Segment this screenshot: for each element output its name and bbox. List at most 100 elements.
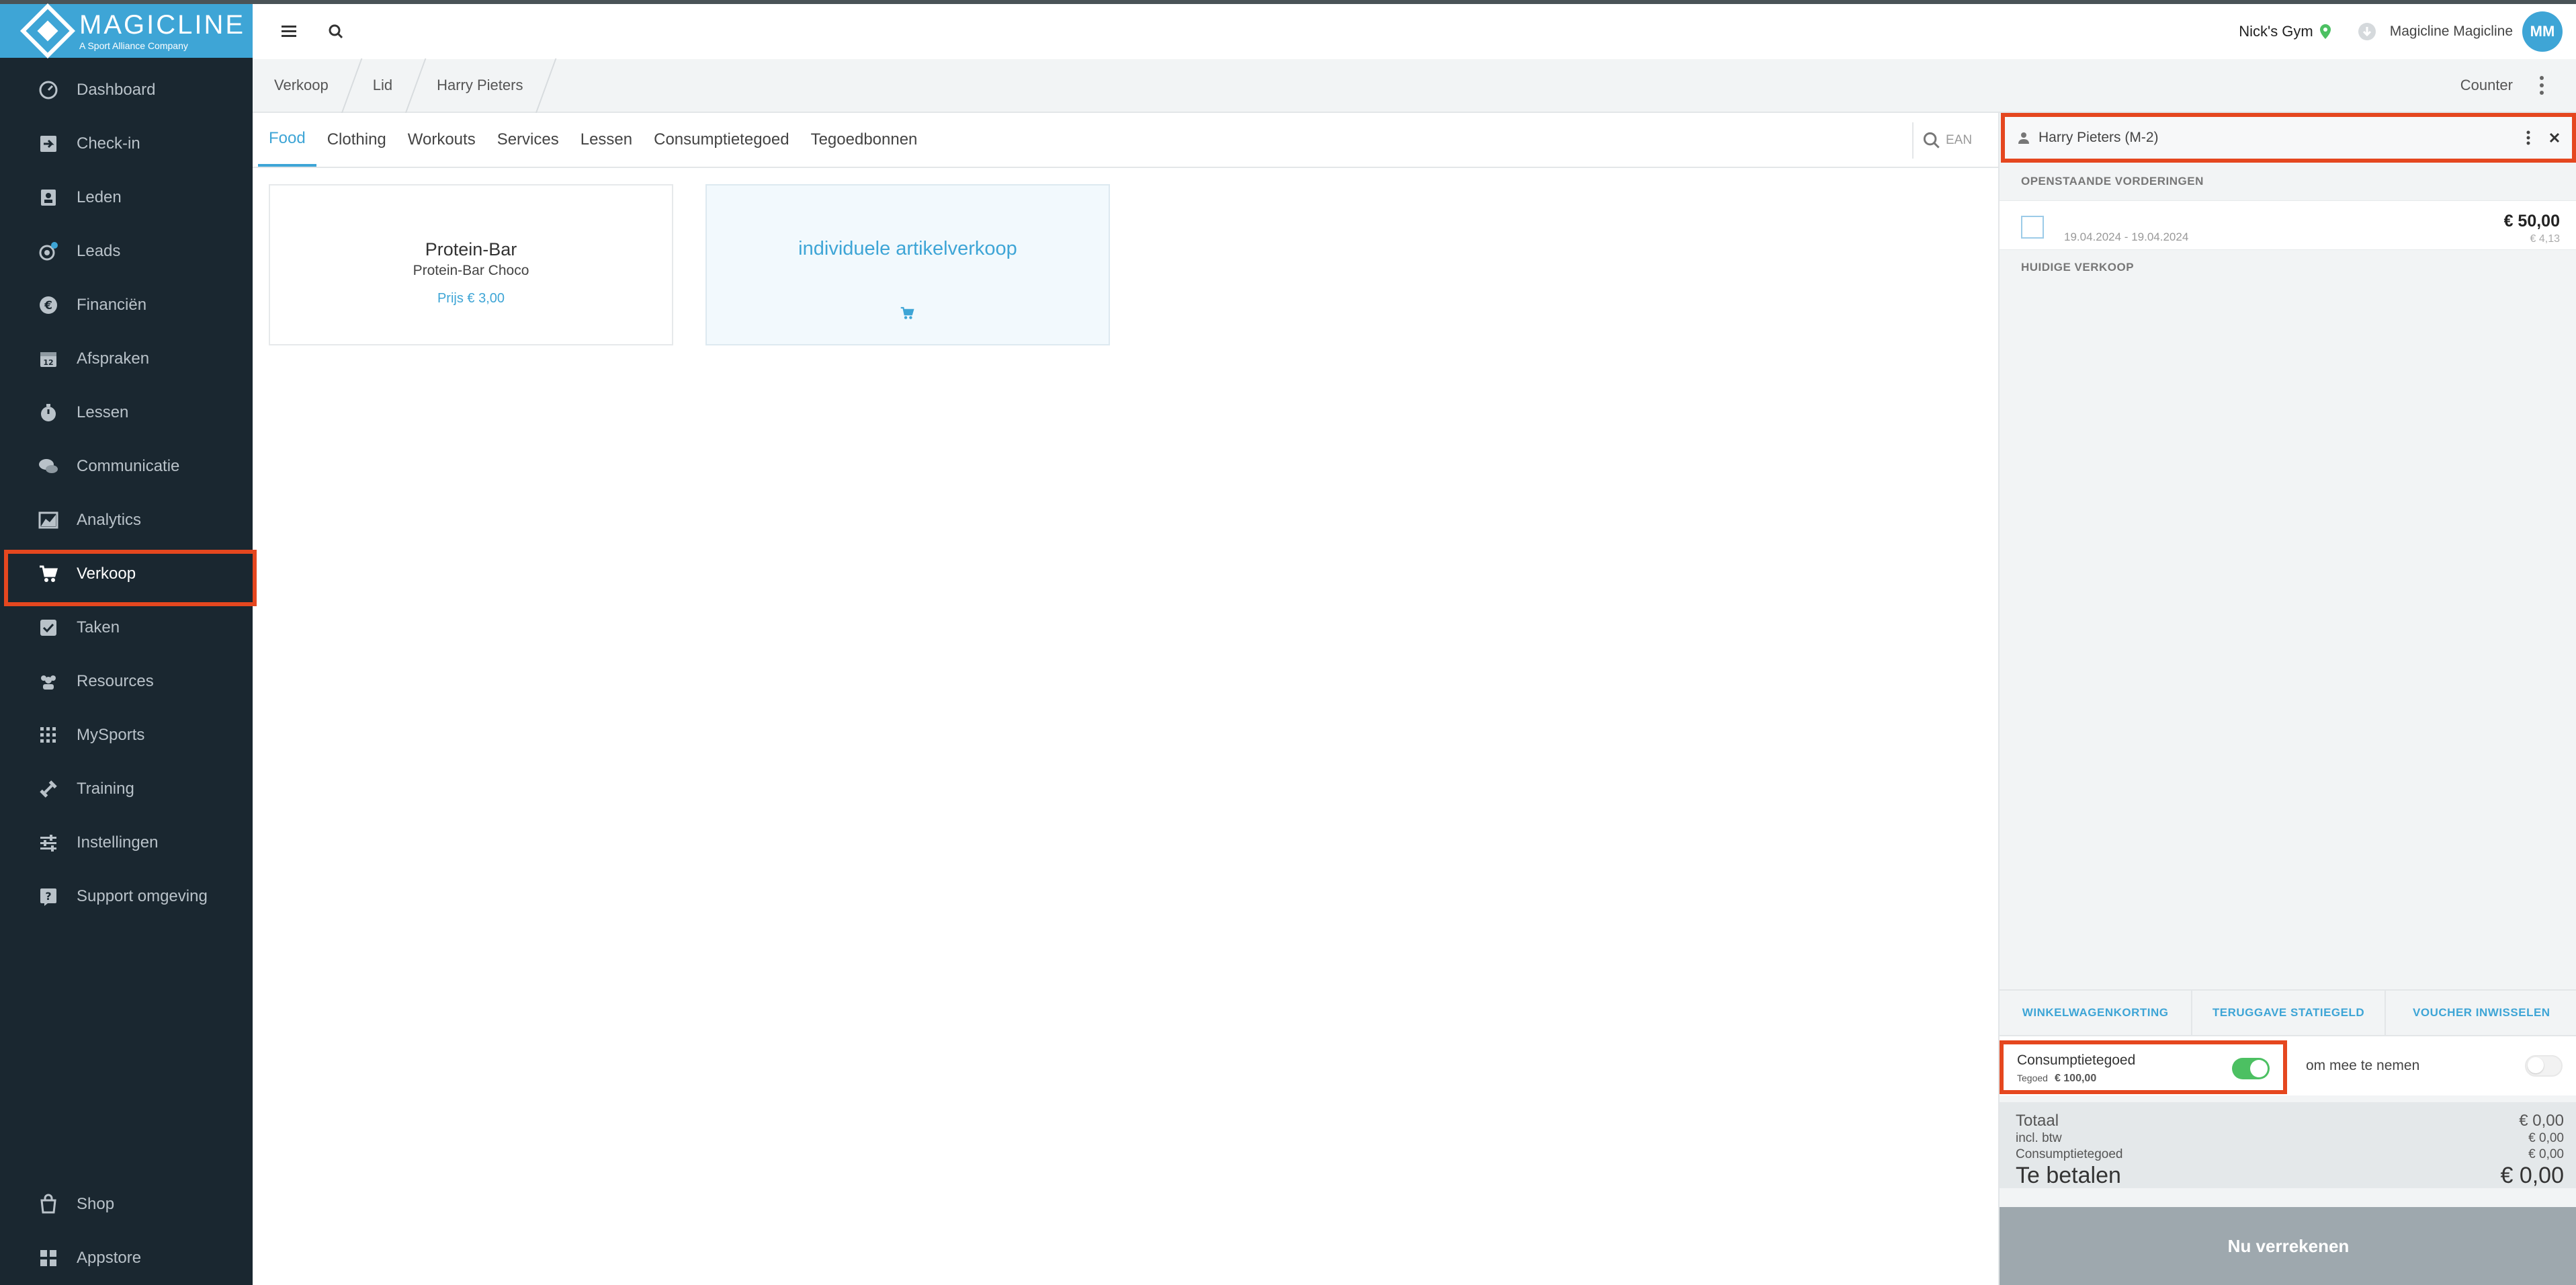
- calendar-icon: 12: [40, 352, 56, 367]
- sidebar-item-instellingen[interactable]: Instellingen: [0, 816, 253, 870]
- sidebar-item-resources[interactable]: Resources: [0, 655, 253, 708]
- shop-icon: [40, 1194, 56, 1214]
- stopwatch-icon: [41, 404, 56, 421]
- total-value: € 0,00: [2519, 1112, 2564, 1130]
- sidebar-item-label: Dashboard: [77, 81, 156, 99]
- credit-balance-value: € 100,00: [2054, 1073, 2097, 1084]
- users-icon: [41, 675, 56, 690]
- amount-due-label: Te betalen: [2016, 1163, 2121, 1188]
- product-price: Prijs € 3,00: [437, 291, 505, 306]
- member-name: Harry Pieters (M-2): [2038, 130, 2159, 145]
- sidebar-item-label: Communicatie: [77, 457, 180, 475]
- sidebar-item-financien[interactable]: € Financiën: [0, 278, 253, 332]
- credit-toggle[interactable]: [2232, 1058, 2270, 1079]
- logo[interactable]: MAGICLINE A Sport Alliance Company: [0, 3, 253, 59]
- claim-sub-amount: € 4,13: [2530, 233, 2560, 245]
- apps-icon: [40, 1250, 56, 1266]
- sidebar-item-mysports[interactable]: MySports: [0, 708, 253, 762]
- credit-options: Consumptietegoed Tegoed € 100,00 om mee t…: [2000, 1036, 2576, 1095]
- sidebar-item-appstore[interactable]: Appstore: [0, 1231, 253, 1285]
- product-subtitle: Protein-Bar Choco: [413, 263, 529, 278]
- sale-panel: Harry Pieters (M-2) OPENSTAANDE VORDERIN…: [1998, 113, 2576, 1285]
- individual-sale-card[interactable]: individuele artikelverkoop: [705, 184, 1110, 345]
- sidebar-item-shop[interactable]: Shop: [0, 1177, 253, 1231]
- tab-food[interactable]: Food: [258, 113, 316, 167]
- sidebar-item-dashboard[interactable]: Dashboard: [0, 63, 253, 117]
- hamburger-menu-button[interactable]: [273, 15, 305, 48]
- takeaway-label: om mee te nemen: [2306, 1058, 2420, 1073]
- hamburger-icon: [282, 26, 296, 37]
- download-icon[interactable]: [2358, 22, 2376, 41]
- credit-used-label: Consumptietegoed: [2016, 1147, 2123, 1161]
- sidebar-item-afspraken[interactable]: 12 Afspraken: [0, 332, 253, 386]
- sidebar-item-label: Financiën: [77, 296, 147, 314]
- search-icon: [329, 24, 343, 39]
- deposit-return-button[interactable]: TERUGGAVE STATIEGELD: [2192, 991, 2386, 1035]
- sliders-icon: [40, 835, 56, 852]
- studio-name[interactable]: Nick's Gym: [2239, 23, 2313, 40]
- sidebar-item-support[interactable]: ? Support omgeving: [0, 870, 253, 923]
- category-tabs: Food Clothing Workouts Services Lessen C…: [253, 113, 1998, 168]
- more-options-icon[interactable]: [2526, 130, 2530, 145]
- tab-lessen[interactable]: Lessen: [570, 113, 643, 167]
- tab-tegoedbonnen[interactable]: Tegoedbonnen: [800, 113, 929, 167]
- total-label: Totaal: [2016, 1112, 2059, 1130]
- more-options-icon[interactable]: [2540, 76, 2544, 95]
- vat-label: incl. btw: [2016, 1131, 2062, 1145]
- sidebar-item-taken[interactable]: Taken: [0, 601, 253, 655]
- tab-workouts[interactable]: Workouts: [397, 113, 486, 167]
- sidebar-item-label: Appstore: [77, 1249, 142, 1267]
- euro-icon: €: [40, 296, 57, 314]
- claim-checkbox[interactable]: [2021, 216, 2044, 239]
- user-name[interactable]: Magicline Magicline: [2390, 24, 2513, 40]
- takeaway-toggle[interactable]: [2525, 1055, 2563, 1077]
- sidebar-item-label: Leads: [77, 242, 121, 260]
- tab-clothing[interactable]: Clothing: [316, 113, 397, 167]
- sidebar-item-label: Instellingen: [77, 833, 159, 852]
- svg-text:?: ?: [45, 890, 51, 903]
- ean-search-input[interactable]: EAN: [1912, 122, 1986, 159]
- current-sale-header: HUIDIGE VERKOOP: [2021, 261, 2135, 274]
- sidebar-item-check-in[interactable]: Check-in: [0, 117, 253, 171]
- breadcrumb-verkoop[interactable]: Verkoop: [253, 58, 351, 112]
- sidebar-item-leden[interactable]: Leden: [0, 171, 253, 224]
- brand-tagline: A Sport Alliance Company: [79, 40, 188, 51]
- brand-name: MAGICLINE: [79, 10, 246, 40]
- credit-toggle-box: Consumptietegoed Tegoed € 100,00: [2000, 1040, 2287, 1094]
- tab-consumptietegoed[interactable]: Consumptietegoed: [643, 113, 800, 167]
- global-search-button[interactable]: [320, 15, 352, 48]
- magicline-logo-icon: [19, 3, 76, 59]
- vat-value: € 0,00: [2528, 1131, 2564, 1145]
- sidebar-bottom-nav: Shop Appstore: [0, 1177, 253, 1285]
- sidebar-item-label: Analytics: [77, 511, 142, 529]
- sidebar-item-label: Support omgeving: [77, 887, 208, 905]
- product-card[interactable]: Protein-Bar Protein-Bar Choco Prijs € 3,…: [269, 184, 673, 345]
- counter-selector[interactable]: Counter: [2460, 77, 2513, 94]
- selected-member[interactable]: Harry Pieters (M-2): [2001, 113, 2576, 163]
- sidebar-item-lessen[interactable]: Lessen: [0, 386, 253, 440]
- sidebar-item-analytics[interactable]: Analytics: [0, 493, 253, 547]
- sidebar-item-leads[interactable]: Leads: [0, 224, 253, 278]
- sidebar-item-verkoop[interactable]: Verkoop: [0, 547, 257, 606]
- help-icon: ?: [40, 888, 56, 906]
- sidebar-item-training[interactable]: Training: [0, 762, 253, 816]
- product-title: Protein-Bar: [425, 239, 517, 259]
- avatar[interactable]: MM: [2522, 11, 2563, 52]
- open-claim-row[interactable]: 19.04.2024 - 19.04.2024 € 50,00 € 4,13: [2000, 200, 2576, 250]
- dashboard-icon: [39, 81, 58, 99]
- credit-used-value: € 0,00: [2528, 1147, 2564, 1161]
- sidebar-item-label: Check-in: [77, 134, 140, 153]
- credit-balance-label: Tegoed: [2017, 1073, 2048, 1083]
- breadcrumb-lid[interactable]: Lid: [351, 58, 415, 112]
- tab-services[interactable]: Services: [486, 113, 570, 167]
- sidebar-item-communicatie[interactable]: Communicatie: [0, 440, 253, 493]
- close-icon[interactable]: [2549, 132, 2560, 143]
- open-claims-header: OPENSTAANDE VORDERINGEN: [2021, 175, 2204, 188]
- ean-placeholder: EAN: [1946, 133, 1973, 147]
- claim-amount: € 50,00: [2503, 212, 2560, 231]
- redeem-voucher-button[interactable]: VOUCHER INWISSELEN: [2386, 991, 2576, 1035]
- individual-sale-title: individuele artikelverkoop: [798, 238, 1017, 259]
- sidebar-item-label: MySports: [77, 726, 145, 744]
- settle-now-button[interactable]: Nu verrekenen: [2000, 1207, 2576, 1285]
- cart-discount-button[interactable]: WINKELWAGENKORTING: [2000, 991, 2193, 1035]
